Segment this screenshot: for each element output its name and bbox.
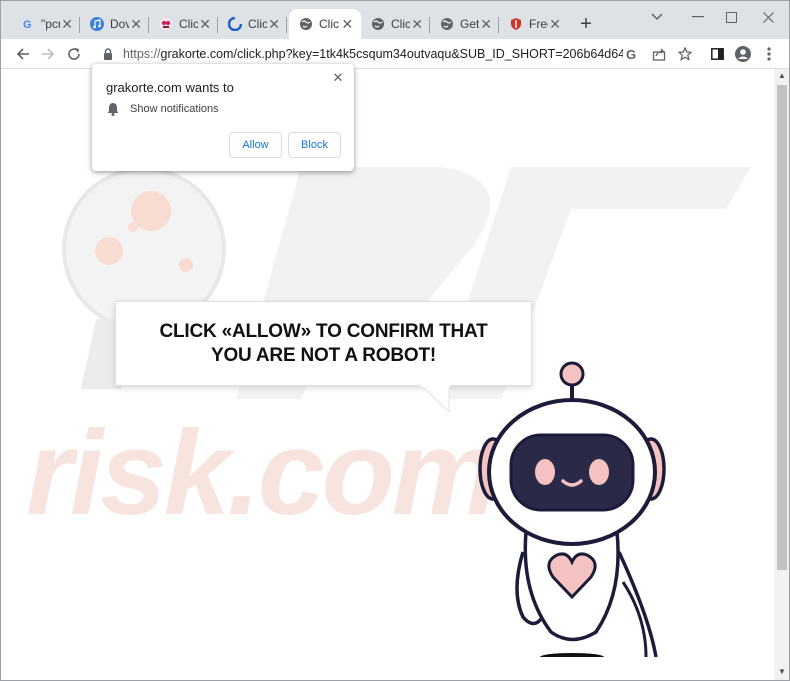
close-tab-icon[interactable]: ✕	[198, 16, 212, 32]
bell-icon	[107, 103, 119, 116]
close-tab-icon[interactable]: ✕	[479, 16, 493, 32]
tab-7[interactable]: Free ✕	[499, 9, 568, 39]
close-tab-icon[interactable]: ✕	[548, 16, 562, 32]
reload-icon[interactable]	[63, 43, 85, 65]
c-logo-icon	[228, 17, 242, 31]
tab-0[interactable]: G "pcr ✕	[11, 9, 80, 39]
url-text: https://grakorte.com/click.php?key=1tk4k…	[123, 47, 623, 61]
tab-title: Get	[460, 17, 480, 31]
allow-button[interactable]: Allow	[229, 132, 282, 158]
speech-bubble: CLICK «ALLOW» TO CONFIRM THAT YOU ARE NO…	[115, 301, 532, 386]
google-lens-icon[interactable]: G	[621, 43, 643, 65]
tab-strip: G "pcr ✕ Dov ✕ Clic ✕ Clic ✕	[1, 1, 789, 39]
speech-bubble-tail	[421, 385, 450, 413]
tab-4-active[interactable]: Clic ✕	[289, 9, 361, 39]
shield-icon	[509, 17, 523, 31]
scroll-up-arrow-icon[interactable]: ▲	[777, 71, 787, 81]
block-button[interactable]: Block	[288, 132, 341, 158]
tab-6[interactable]: Get ✕	[430, 9, 499, 39]
profile-avatar-icon[interactable]	[732, 43, 754, 65]
tab-title: "pcr	[41, 17, 61, 31]
pepe-icon	[159, 17, 173, 31]
back-icon[interactable]	[12, 43, 34, 65]
tab-title: Clic	[248, 17, 268, 31]
forward-icon[interactable]	[37, 43, 59, 65]
globe-icon	[299, 17, 313, 31]
new-tab-icon[interactable]: +	[575, 13, 597, 35]
browser-window: G "pcr ✕ Dov ✕ Clic ✕ Clic ✕	[0, 0, 790, 681]
close-tab-icon[interactable]: ✕	[267, 16, 281, 32]
tab-title: Clic	[391, 17, 411, 31]
menu-kebab-icon[interactable]	[758, 43, 780, 65]
close-tab-icon[interactable]: ✕	[340, 16, 355, 32]
tab-title: Free	[529, 17, 548, 31]
maximize-icon[interactable]	[715, 7, 747, 27]
url-scheme: https://	[123, 47, 161, 61]
prompt-title: grakorte.com wants to	[106, 80, 234, 95]
tab-3[interactable]: Clic ✕	[218, 9, 287, 39]
notification-permission-prompt: grakorte.com wants to ✕ Show notificatio…	[92, 64, 354, 171]
tab-1[interactable]: Dov ✕	[80, 9, 149, 39]
tab-title: Clic	[319, 17, 339, 31]
share-icon[interactable]	[648, 43, 670, 65]
robot-illustration	[478, 361, 666, 657]
close-tab-icon[interactable]: ✕	[60, 16, 74, 32]
scroll-down-arrow-icon[interactable]: ▼	[777, 667, 787, 677]
close-tab-icon[interactable]: ✕	[129, 16, 143, 32]
download-note-icon	[90, 17, 104, 31]
scrollbar-thumb[interactable]	[777, 85, 787, 570]
close-tab-icon[interactable]: ✕	[410, 16, 424, 32]
robot-message: CLICK «ALLOW» TO CONFIRM THAT YOU ARE NO…	[159, 320, 488, 366]
svg-text:G: G	[23, 19, 32, 31]
globe-icon	[371, 17, 385, 31]
minimize-icon[interactable]	[682, 7, 714, 27]
tab-title: Clic	[179, 17, 199, 31]
tab-2[interactable]: Clic ✕	[149, 9, 218, 39]
url-host-path: grakorte.com/click.php?key=1tk4k5csqum34…	[160, 47, 623, 61]
side-panel-icon[interactable]	[706, 43, 728, 65]
close-window-icon[interactable]	[752, 7, 784, 27]
svg-text:G: G	[626, 47, 636, 61]
close-icon[interactable]: ✕	[330, 70, 346, 86]
permission-label: Show notifications	[130, 103, 219, 115]
google-icon: G	[21, 17, 35, 31]
tab-5[interactable]: Clic ✕	[361, 9, 430, 39]
permission-row: Show notifications	[106, 102, 219, 116]
globe-icon	[440, 17, 454, 31]
tab-title: Dov	[110, 17, 129, 31]
bookmark-star-icon[interactable]	[674, 43, 696, 65]
tab-search-icon[interactable]	[641, 7, 673, 27]
lock-icon[interactable]	[99, 48, 117, 60]
svg-text:risk.com: risk.com	[26, 406, 496, 540]
vertical-scrollbar[interactable]: ▲ ▼	[774, 69, 789, 680]
